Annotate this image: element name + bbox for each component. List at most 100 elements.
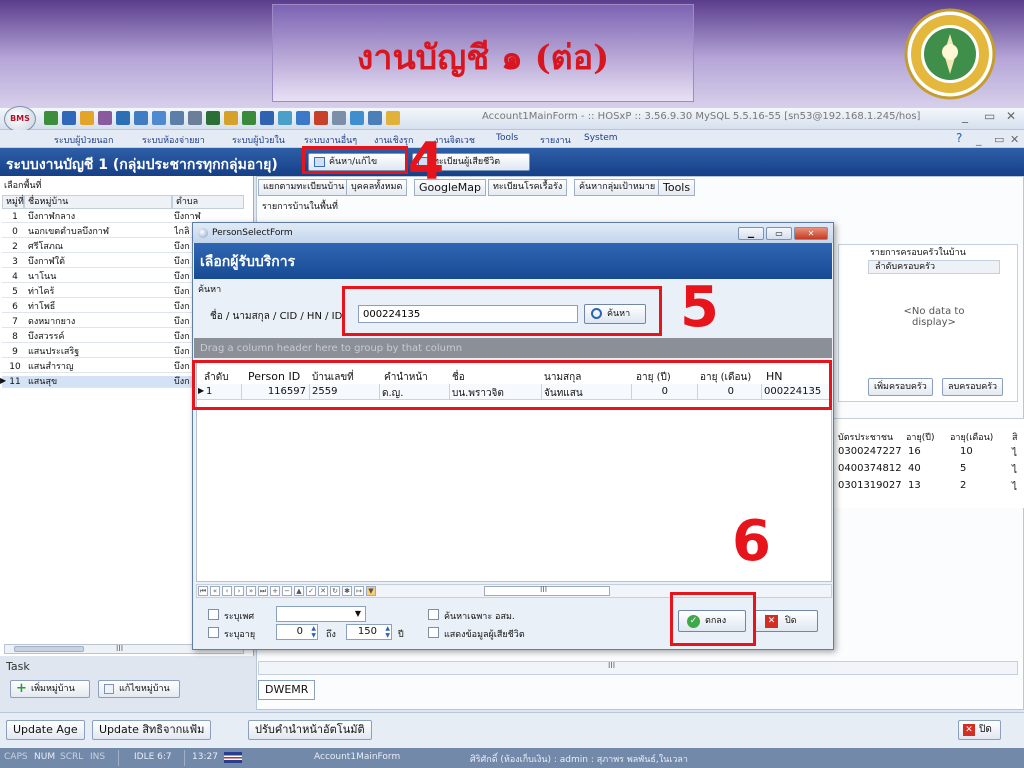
- age-to-stepper[interactable]: 150 ▲ ▼: [346, 624, 392, 640]
- status-separator: [118, 750, 119, 766]
- maximize-button[interactable]: ▭: [984, 109, 995, 123]
- menu-tools[interactable]: Tools: [496, 133, 518, 143]
- tab-all-persons[interactable]: บุคคลทั้งหมด: [346, 179, 408, 196]
- nav-cancel-icon[interactable]: ✕: [318, 586, 328, 596]
- person-icon[interactable]: [242, 111, 256, 125]
- dialog-minimize-button[interactable]: ▁: [738, 227, 764, 240]
- grid-icon[interactable]: [188, 111, 202, 125]
- menu-other[interactable]: ระบบงานอื่นๆ: [304, 133, 357, 147]
- highlight-ok-button: [670, 592, 756, 646]
- osm-only-checkbox[interactable]: [428, 609, 439, 620]
- household-navigator[interactable]: [258, 661, 1018, 675]
- cell-age-years: 40: [908, 463, 921, 474]
- edit-icon[interactable]: [116, 111, 130, 125]
- nav-filter-icon[interactable]: ▼: [366, 586, 376, 596]
- ins-indicator: INS: [90, 752, 106, 762]
- column-village-name[interactable]: ชื่อหมู่บ้าน: [24, 195, 172, 209]
- menu-reports[interactable]: รายงาน: [540, 133, 571, 147]
- scrollbar-thumb[interactable]: [14, 646, 84, 652]
- delete-family-button[interactable]: ลบครอบครัว: [942, 378, 1004, 396]
- form-icon[interactable]: [134, 111, 148, 125]
- osm-only-label: ค้นหาเฉพาะ อสม.: [444, 612, 515, 622]
- app-orb-button[interactable]: BMS: [4, 106, 36, 132]
- age-from-stepper[interactable]: 0 ▲ ▼: [276, 624, 318, 640]
- monitor-icon[interactable]: [278, 111, 292, 125]
- add-family-button[interactable]: เพิ่มครอบครัว: [868, 378, 933, 396]
- dialog-cancel-button[interactable]: ✕ ปิด: [754, 610, 818, 632]
- nav-bookmark-icon[interactable]: ✱: [342, 586, 352, 596]
- dialog-close-button[interactable]: ✕: [794, 227, 828, 240]
- nav-last-icon[interactable]: ⏭: [258, 586, 268, 596]
- tab-target-search[interactable]: ค้นหากลุ่มเป้าหมาย: [574, 179, 661, 196]
- column-cid[interactable]: บัตรประชาชน: [838, 430, 893, 444]
- scroll-grip: III: [540, 585, 548, 594]
- cell-moo: 7: [12, 317, 18, 327]
- nav-prev-icon[interactable]: ‹: [222, 586, 232, 596]
- cell-right: ไ: [1012, 482, 1018, 493]
- nav-next-page-icon[interactable]: »: [246, 586, 256, 596]
- clock-icon[interactable]: [296, 111, 310, 125]
- dwemr-tab[interactable]: DWEMR: [258, 680, 316, 700]
- nav-next-icon[interactable]: ›: [234, 586, 244, 596]
- document-icon[interactable]: [152, 111, 166, 125]
- tab-tools[interactable]: Tools: [658, 179, 696, 196]
- cell-moo: 5: [12, 287, 18, 297]
- cell-village-name: บึงกาฬกลาง: [28, 212, 76, 222]
- menu-opd[interactable]: ระบบผู้ป่วยนอก: [54, 133, 113, 147]
- minimize-button[interactable]: _: [962, 109, 968, 123]
- help-icon[interactable]: ?: [956, 131, 962, 145]
- add-village-button[interactable]: + เพิ่มหมู่บ้าน: [10, 680, 90, 698]
- cell-moo: 4: [12, 272, 18, 282]
- list-icon[interactable]: [260, 111, 274, 125]
- nav-add-icon[interactable]: +: [270, 586, 280, 596]
- calendar-icon[interactable]: [368, 111, 382, 125]
- cell-village-name: แสนประเสริฐ: [28, 347, 80, 357]
- filter-age-checkbox[interactable]: [208, 627, 219, 638]
- window-icon[interactable]: [62, 111, 76, 125]
- user-icon[interactable]: [98, 111, 112, 125]
- mdi-minimize-button[interactable]: _: [976, 133, 982, 146]
- folder-icon[interactable]: [80, 111, 94, 125]
- show-deceased-checkbox[interactable]: [428, 627, 439, 638]
- pencil-icon[interactable]: [224, 111, 238, 125]
- num-indicator: NUM: [34, 752, 56, 762]
- mdi-close-button[interactable]: ✕: [1010, 133, 1019, 146]
- column-right[interactable]: สิ: [1012, 430, 1018, 444]
- family-order-column[interactable]: ลำดับครอบครัว: [868, 260, 1000, 274]
- menu-system[interactable]: System: [584, 133, 618, 143]
- update-age-button[interactable]: Update Age: [6, 720, 85, 740]
- edit-village-button[interactable]: แก้ไขหมู่บ้าน: [98, 680, 180, 698]
- column-age-months[interactable]: อายุ(เดือน): [950, 430, 993, 444]
- main-close-button[interactable]: ✕ ปิด: [958, 720, 1001, 740]
- menu-ipd[interactable]: ระบบผู้ป่วยใน: [232, 133, 285, 147]
- nav-prev-page-icon[interactable]: «: [210, 586, 220, 596]
- sex-select[interactable]: ▼: [276, 606, 366, 622]
- tab-chronic-registry[interactable]: ทะเบียนโรคเรื้อรัง: [488, 179, 568, 196]
- language-flag-icon[interactable]: [224, 752, 242, 763]
- auto-prefix-button[interactable]: ปรับคำนำหน้าอัตโนมัติ: [248, 720, 372, 740]
- close-window-button[interactable]: ✕: [1006, 109, 1016, 123]
- nav-edit-icon[interactable]: ▲: [294, 586, 304, 596]
- people-icon[interactable]: [44, 111, 58, 125]
- menu-pharmacy[interactable]: ระบบห้องจ่ายยา: [142, 133, 205, 147]
- home-icon[interactable]: [314, 111, 328, 125]
- column-age-years[interactable]: อายุ(ปี): [906, 430, 934, 444]
- cell-moo: 2: [12, 242, 18, 252]
- dialog-maximize-button[interactable]: ▭: [766, 227, 792, 240]
- column-tambon[interactable]: ตำบล: [172, 195, 244, 209]
- nav-refresh-icon[interactable]: ↻: [330, 586, 340, 596]
- nav-delete-icon[interactable]: −: [282, 586, 292, 596]
- image-icon[interactable]: [350, 111, 364, 125]
- report-icon[interactable]: [206, 111, 220, 125]
- tab-by-household[interactable]: แยกตามทะเบียนบ้าน: [258, 179, 350, 196]
- nav-goto-icon[interactable]: ↦: [354, 586, 364, 596]
- star-icon[interactable]: [386, 111, 400, 125]
- column-moo[interactable]: หมู่ที่: [2, 195, 24, 209]
- nav-first-icon[interactable]: ⏮: [198, 586, 208, 596]
- mdi-restore-button[interactable]: ▭: [994, 133, 1004, 146]
- update-rights-button[interactable]: Update สิทธิจากแฟ้ม: [92, 720, 212, 740]
- filter-sex-checkbox[interactable]: [208, 609, 219, 620]
- chart-icon[interactable]: [332, 111, 346, 125]
- nav-post-icon[interactable]: ✓: [306, 586, 316, 596]
- table-icon[interactable]: [170, 111, 184, 125]
